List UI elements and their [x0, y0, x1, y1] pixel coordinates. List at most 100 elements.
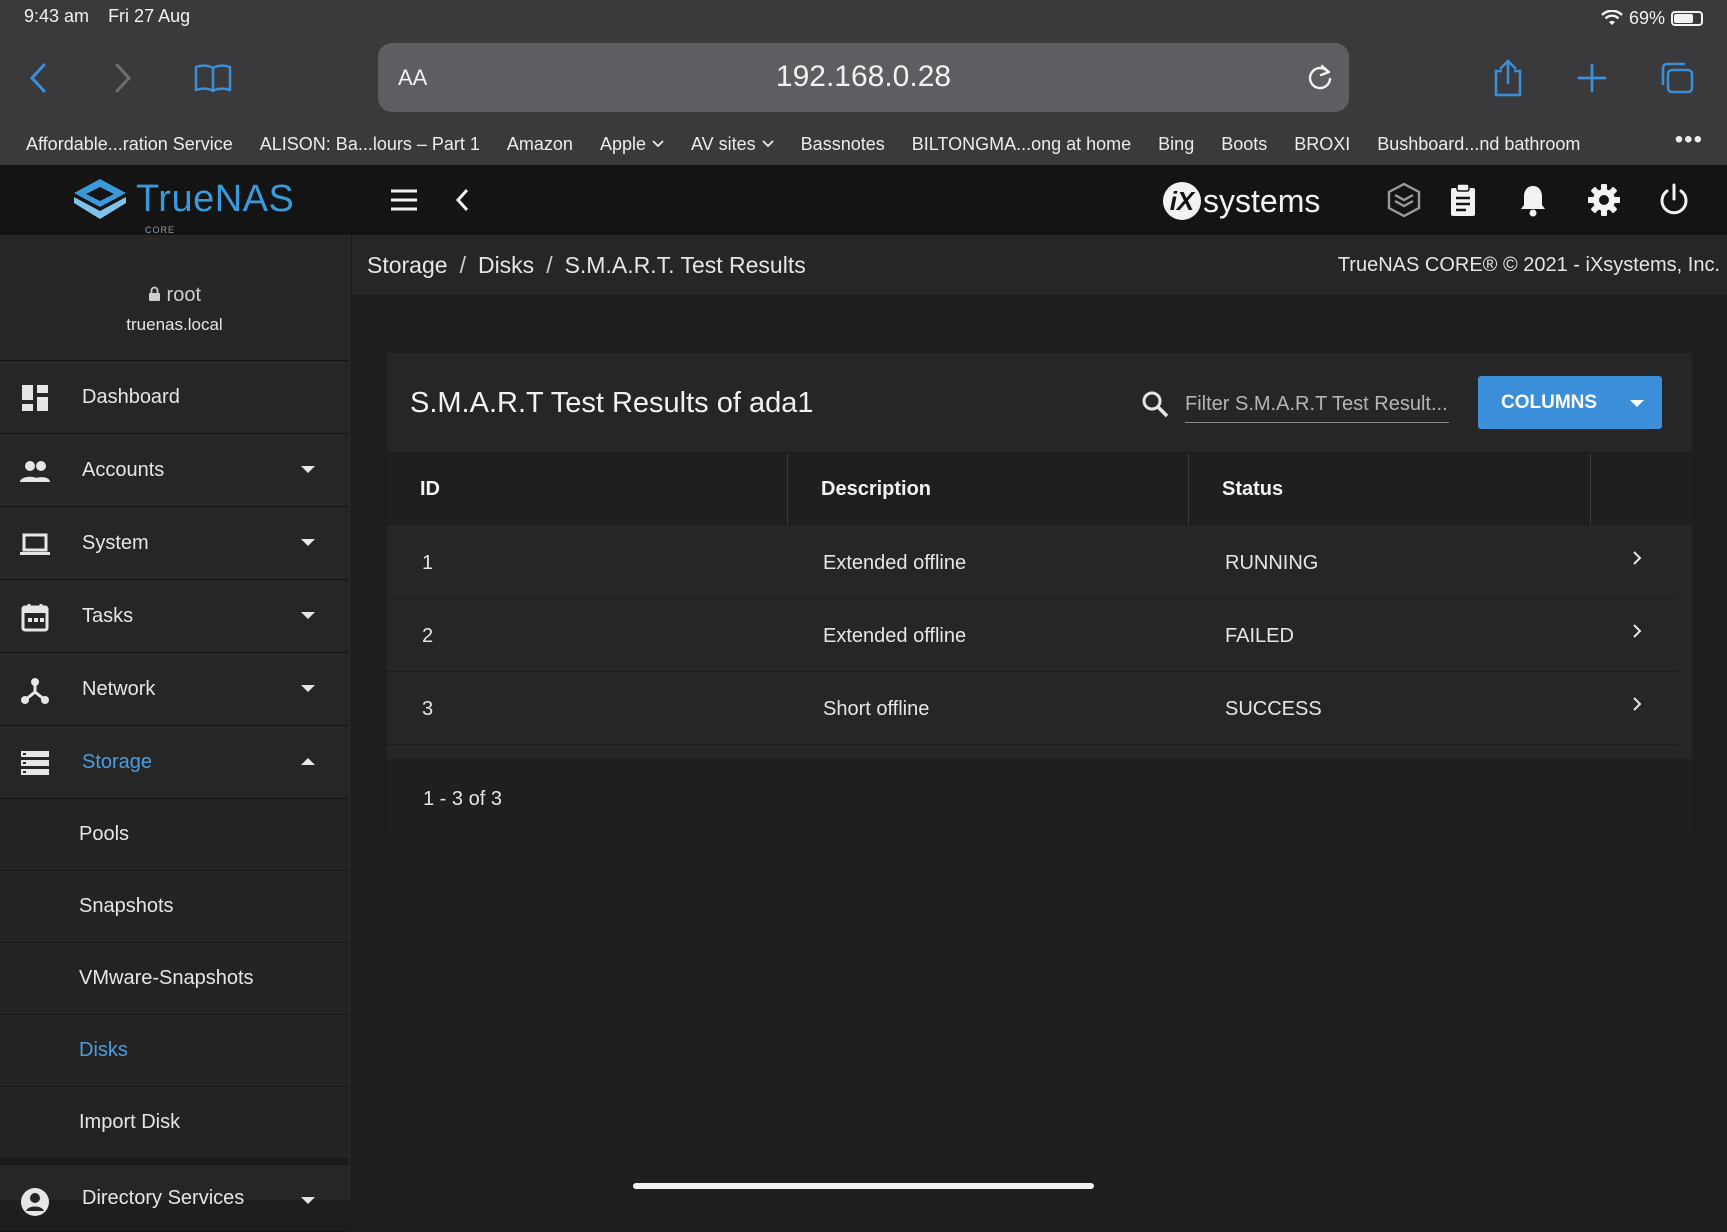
tabs-overview-icon[interactable]	[1657, 58, 1697, 98]
bookmark-item[interactable]: Bassnotes	[801, 132, 885, 156]
collapse-sidebar-icon[interactable]	[454, 187, 470, 218]
cell-status: FAILED	[1225, 625, 1294, 647]
sidebar-subitem-vmware-snapshots[interactable]: VMware-Snapshots	[0, 943, 349, 1015]
sidebar-item-directory-services[interactable]: Directory Services	[0, 1159, 349, 1232]
sidebar: root truenas.local Dashboard Accounts Sy…	[0, 235, 350, 1232]
sidebar-item-storage[interactable]: Storage	[0, 726, 349, 799]
breadcrumb-separator: /	[459, 252, 466, 278]
sidebar-subitem-disks[interactable]: Disks	[0, 1015, 349, 1087]
notifications-bell-icon[interactable]	[1519, 183, 1547, 222]
network-icon	[21, 678, 49, 704]
ixsystems-logo[interactable]: iX systems	[1163, 182, 1320, 220]
wifi-icon	[1601, 10, 1623, 25]
bookmark-item[interactable]: ALISON: Ba...lours – Part 1	[260, 132, 480, 156]
ix-mark: iX	[1163, 182, 1201, 220]
sidebar-item-label: Storage	[82, 750, 153, 773]
forward-icon[interactable]	[103, 58, 143, 98]
sidebar-item-system[interactable]: System	[0, 507, 349, 580]
sidebar-subitem-snapshots[interactable]: Snapshots	[0, 871, 349, 943]
cell-id: 3	[422, 698, 434, 720]
bookmark-folder[interactable]: Apple	[600, 132, 664, 156]
chevron-down-icon	[652, 140, 664, 148]
account-circle-icon	[21, 1188, 49, 1216]
reload-icon[interactable]	[1307, 63, 1333, 96]
sidebar-item-dashboard[interactable]: Dashboard	[0, 361, 349, 434]
logo-subtext: CORE	[145, 225, 176, 235]
power-icon[interactable]	[1658, 183, 1690, 222]
truenas-logo[interactable]: TrueNAS CORE	[72, 177, 294, 235]
sidebar-subitem-import-disk[interactable]: Import Disk	[0, 1087, 349, 1159]
table-row[interactable]: 3 Short offline SUCCESS	[387, 672, 1677, 745]
bookmark-item[interactable]: Boots	[1221, 132, 1267, 156]
sidebar-item-accounts[interactable]: Accounts	[0, 434, 349, 507]
truecommand-icon[interactable]	[1387, 182, 1421, 223]
caret-up-icon	[301, 758, 315, 765]
chevron-right-icon[interactable]	[1632, 696, 1642, 712]
cell-description: Extended offline	[823, 625, 967, 647]
sidebar-item-label: Network	[82, 677, 156, 700]
back-icon[interactable]	[18, 58, 58, 98]
task-manager-icon[interactable]	[1449, 183, 1477, 222]
laptop-icon	[20, 533, 50, 555]
caret-down-icon	[301, 685, 315, 692]
sidebar-item-network[interactable]: Network	[0, 653, 349, 726]
address-bar[interactable]: AA 192.168.0.28	[378, 43, 1349, 112]
chevron-right-icon[interactable]	[1632, 623, 1642, 639]
columns-button[interactable]: COLUMNS	[1478, 376, 1662, 429]
bookmarks-icon[interactable]	[193, 58, 233, 98]
settings-gear-icon[interactable]	[1587, 183, 1621, 222]
table-header: ID Description Status	[387, 453, 1692, 525]
bookmark-item[interactable]: Bushboard...nd bathroom	[1377, 132, 1580, 156]
bookmark-item[interactable]: BILTONGMA...ong at home	[912, 132, 1131, 156]
share-icon[interactable]	[1488, 58, 1528, 98]
home-indicator[interactable]	[633, 1183, 1094, 1189]
column-header-status[interactable]: Status	[1189, 453, 1591, 525]
bookmark-item[interactable]: Bing	[1158, 132, 1194, 156]
calendar-icon	[21, 604, 49, 632]
vendor-text: systems	[1203, 182, 1321, 219]
cell-id: 1	[422, 552, 434, 574]
sidebar-subitem-pools[interactable]: Pools	[0, 799, 349, 871]
column-header-id[interactable]: ID	[387, 453, 788, 525]
app-topbar: TrueNAS CORE iX systems	[0, 165, 1727, 235]
sidebar-item-label: System	[82, 531, 149, 554]
user-name-text: root	[166, 284, 202, 306]
sidebar-item-label: Tasks	[82, 604, 134, 627]
caret-down-icon	[301, 539, 315, 546]
cell-description: Extended offline	[823, 552, 967, 574]
sidebar-item-tasks[interactable]: Tasks	[0, 580, 349, 653]
cell-id: 2	[422, 625, 434, 647]
subitem-label: VMware-Snapshots	[79, 967, 254, 989]
menu-icon[interactable]	[389, 187, 419, 218]
hostname: truenas.local	[126, 315, 223, 334]
caret-down-icon	[1630, 400, 1644, 407]
people-icon	[20, 461, 50, 482]
bookmark-folder-label: Apple	[599, 133, 646, 154]
url-text[interactable]: 192.168.0.28	[378, 60, 1349, 94]
table-row[interactable]: 2 Extended offline FAILED	[387, 599, 1677, 672]
search-icon	[1142, 391, 1169, 418]
pagination-range: 1 - 3 of 3	[423, 788, 502, 810]
breadcrumb-storage[interactable]: Storage	[367, 252, 448, 278]
cell-description: Short offline	[823, 698, 930, 720]
caret-down-icon	[301, 466, 315, 473]
bookmark-item[interactable]: Amazon	[507, 132, 573, 156]
copyright: TrueNAS CORE® © 2021 - iXsystems, Inc.	[1337, 254, 1720, 276]
new-tab-icon[interactable]	[1572, 58, 1612, 98]
column-header-description[interactable]: Description	[788, 453, 1189, 525]
battery-percent: 69%	[1628, 7, 1665, 28]
breadcrumb-bar: Storage / Disks / S.M.A.R.T. Test Results Tr…	[352, 235, 1727, 295]
breadcrumb-disks[interactable]: Disks	[478, 252, 534, 278]
bookmark-item[interactable]: BROXI	[1294, 132, 1350, 156]
bookmark-item[interactable]: Affordable...ration Service	[26, 132, 233, 156]
table-row[interactable]: 1 Extended offline RUNNING	[387, 526, 1677, 599]
user-name: root	[0, 284, 349, 307]
card-header: S.M.A.R.T Test Results of ada1 COLUMNS	[387, 353, 1692, 453]
filter-input[interactable]	[1185, 387, 1449, 423]
truenas-logo-icon	[74, 179, 126, 219]
more-bookmarks-icon[interactable]: •••	[1675, 126, 1703, 154]
bookmark-folder[interactable]: AV sites	[691, 132, 774, 156]
chevron-right-icon[interactable]	[1632, 550, 1642, 566]
breadcrumb-current: S.M.A.R.T. Test Results	[564, 252, 806, 278]
storage-icon	[21, 751, 49, 775]
